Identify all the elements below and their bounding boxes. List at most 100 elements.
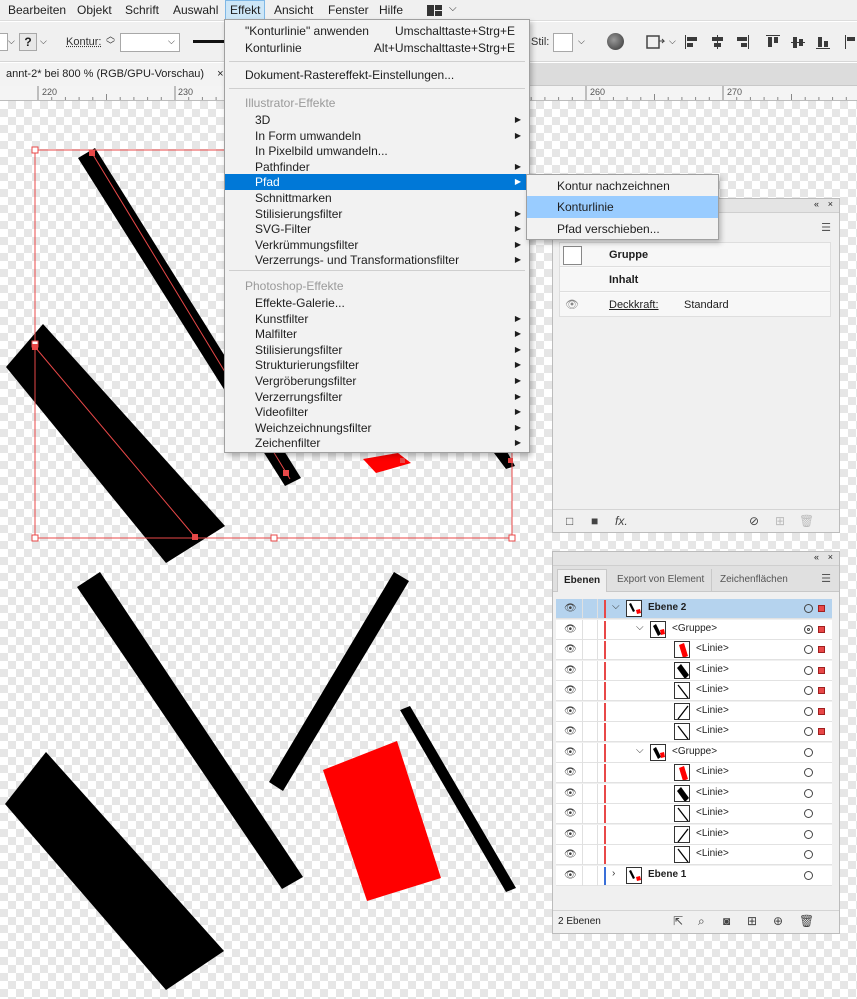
lock-toggle[interactable] [582,865,598,886]
lock-toggle[interactable] [582,619,598,640]
trash-icon[interactable]: 🗑 [799,914,814,928]
selection-indicator[interactable] [818,728,825,735]
menu-konturlinie-sub[interactable]: Konturlinie [527,196,718,218]
layer-row[interactable]: 👁 ⌵ Ebene 2 [556,599,832,619]
visibility-eye-icon[interactable]: 👁 [564,603,577,614]
eye-icon[interactable]: 👁 [565,298,579,311]
menu-objekt[interactable]: Objekt [73,0,116,20]
stroke-line-preview[interactable] [193,40,225,43]
kontur-label[interactable]: Kontur: [66,36,101,48]
visibility-eye-icon[interactable]: 👁 [564,870,577,881]
menu-item-kunstfilter[interactable]: Kunstfilter ▶ [225,311,529,327]
chevron-down-icon[interactable]: ⌵ [636,622,644,633]
target-circle-icon[interactable] [804,850,813,859]
menu-item-in-pixelbild-umwandeln[interactable]: In Pixelbild umwandeln... [225,143,529,159]
lock-toggle[interactable] [582,763,598,783]
layer-name[interactable]: <Linie> [696,766,729,777]
chevron-down-icon[interactable]: ⌵ [8,36,15,47]
transform-icon[interactable] [645,32,667,55]
menu-item-3d[interactable]: 3D ▶ [225,112,529,128]
menu-raster-settings[interactable]: Dokument-Rastereffekt-Einstellungen... [225,67,529,83]
lock-toggle[interactable] [582,824,598,845]
menu-schrift[interactable]: Schrift [121,0,163,20]
align-center-v-icon[interactable] [791,35,805,49]
stroke-help-button[interactable]: ? [19,33,37,51]
selection-indicator[interactable] [818,707,825,715]
menu-item-videofilter[interactable]: Videofilter ▶ [225,404,529,420]
visibility-eye-icon[interactable]: 👁 [564,665,577,676]
menu-item-effekte-galerie[interactable]: Effekte-Galerie... [225,295,529,311]
target-circle-icon[interactable] [804,870,813,880]
path-row[interactable]: 👁 <Linie> [556,722,832,742]
target-circle-icon[interactable] [804,686,813,695]
layer-name[interactable]: <Linie> [696,725,729,736]
visibility-eye-icon[interactable]: 👁 [564,685,577,696]
close-icon[interactable]: × [217,68,223,80]
menu-item-strukturierungsfilter[interactable]: Strukturierungsfilter ▶ [225,357,529,373]
visibility-eye-icon[interactable]: 👁 [564,849,577,860]
menu-item-schnittmarken[interactable]: Schnittmarken [225,190,529,206]
document-tab[interactable]: annt-2* bei 800 % (RGB/GPU-Vorschau) × [0,63,231,86]
path-row[interactable]: 👁 <Linie> [556,783,832,804]
align-bottom-icon[interactable] [816,35,830,49]
layer-name[interactable]: Ebene 1 [648,869,686,880]
add-stroke-icon[interactable]: □ [566,514,573,528]
selection-indicator[interactable] [818,605,825,612]
menu-item-pathfinder[interactable]: Pathfinder ▶ [225,159,529,175]
group-row[interactable]: 👁 ⌵ <Gruppe> [556,619,832,640]
path-row[interactable]: 👁 <Linie> [556,845,832,865]
lock-toggle[interactable] [582,845,598,865]
style-swatch[interactable] [553,33,573,52]
chevron-down-icon[interactable]: ⌵ [578,36,585,47]
layer-name[interactable]: <Linie> [696,684,729,695]
path-row[interactable]: 👁 <Linie> [556,640,832,660]
chevron-right-icon[interactable]: › [612,868,615,879]
menu-pfad-verschieben[interactable]: Pfad verschieben... [527,218,718,240]
visibility-eye-icon[interactable]: 👁 [564,726,577,737]
target-circle-icon[interactable] [804,706,813,716]
layer-name[interactable]: <Linie> [696,848,729,859]
menu-effekt[interactable]: Effekt [225,0,266,20]
tab-zeichenflaechen[interactable]: Zeichenflächen [711,569,796,592]
menu-ansicht[interactable]: Ansicht [270,0,317,20]
lock-toggle[interactable] [582,783,598,804]
make-clip-mask-icon[interactable]: ◙ [723,914,730,928]
fill-swatch[interactable] [0,33,8,51]
path-row[interactable]: 👁 <Linie> [556,701,832,722]
fx-icon[interactable]: fx. [615,514,628,528]
align-right-icon[interactable] [735,35,749,49]
path-row[interactable]: 👁 <Linie> [556,804,832,824]
visibility-eye-icon[interactable]: 👁 [564,624,577,635]
menu-item-svg-filter[interactable]: SVG-Filter ▶ [225,221,529,237]
menu-bearbeiten[interactable]: Bearbeiten [4,0,70,20]
target-circle-icon[interactable] [804,604,813,613]
target-circle-icon[interactable] [804,645,813,654]
target-circle-icon[interactable] [804,809,813,818]
menu-item-verkrümmungsfilter[interactable]: Verkrümmungsfilter ▶ [225,237,529,253]
lock-toggle[interactable] [582,681,598,701]
layer-row[interactable]: 👁 › Ebene 1 [556,865,832,886]
target-circle-icon[interactable] [804,665,813,675]
align-top-icon[interactable] [766,35,780,49]
close-icon[interactable]: × [828,199,833,209]
new-layer-icon[interactable]: ⊕ [773,914,783,928]
layer-name[interactable]: <Linie> [696,787,729,798]
layer-name[interactable]: <Gruppe> [672,746,717,757]
menu-konturlinie[interactable]: Konturlinie Alt+Umschalttaste+Strg+E [225,40,529,56]
layer-name[interactable]: <Linie> [696,643,729,654]
menu-item-stilisierungsfilter[interactable]: Stilisierungsfilter ▶ [225,206,529,222]
chevron-down-icon[interactable]: ⌵ [40,36,47,47]
target-circle-icon[interactable] [804,768,813,777]
target-circle-icon[interactable] [804,788,813,798]
new-sublayer-icon[interactable]: ⊞ [747,914,757,928]
menu-hilfe[interactable]: Hilfe [375,0,407,20]
target-circle-icon[interactable] [804,747,813,757]
collapse-icon[interactable]: « [814,552,819,562]
chevron-down-icon[interactable]: ⌵ [449,3,457,14]
trash-icon[interactable]: 🗑 [799,514,814,528]
path-row[interactable]: 👁 <Linie> [556,660,832,681]
align-more-icon[interactable] [845,35,855,49]
target-circle-icon[interactable] [804,829,813,839]
opacity-label[interactable]: Deckkraft: [609,299,659,311]
target-circle-icon[interactable] [804,727,813,736]
